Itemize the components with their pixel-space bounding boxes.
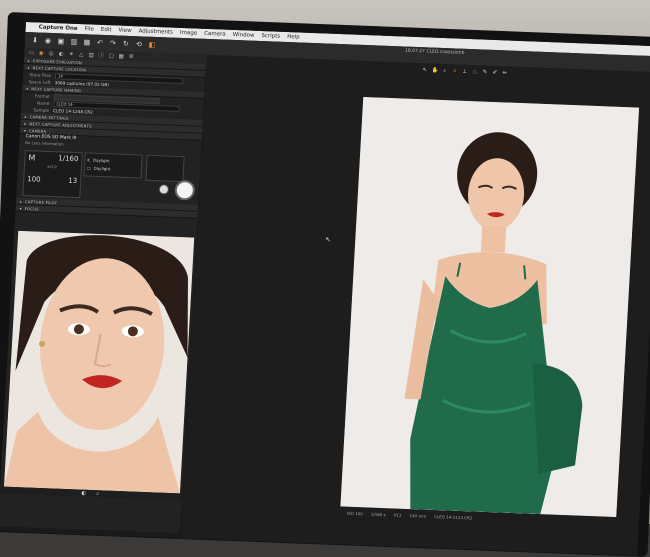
store-files-label: Store Files	[29, 72, 52, 78]
main-portrait	[340, 97, 640, 518]
menu-camera[interactable]: Camera	[204, 31, 226, 38]
copy-icon[interactable]: ◧	[148, 41, 156, 49]
undo-icon[interactable]: ↶	[96, 39, 104, 47]
live-view-button[interactable]	[158, 184, 170, 195]
menu-window[interactable]: Window	[233, 32, 255, 39]
capture-one-window: Capture One File Edit View Adjustments I…	[0, 22, 650, 556]
details-tab-icon[interactable]: △	[78, 52, 84, 58]
color-tab-icon[interactable]: ◐	[58, 51, 64, 57]
main-photo[interactable]	[340, 97, 640, 518]
focus-preview-image[interactable]	[4, 230, 195, 494]
picker-tool-icon[interactable]: ✐	[492, 70, 498, 76]
status-iso: ISO 100	[346, 510, 363, 517]
layers-tab-icon[interactable]: ▤	[88, 52, 94, 58]
settings-tab-icon[interactable]: ⚙	[128, 53, 134, 59]
grid-icon[interactable]: ▦	[83, 38, 91, 46]
camera-extra-box	[145, 154, 185, 183]
capture-button[interactable]	[174, 179, 196, 201]
iso-value[interactable]: 100	[27, 175, 41, 184]
section-label: CAPTURE PILOT	[24, 198, 58, 205]
zoom-tool-icon[interactable]: ⌕	[442, 68, 448, 74]
menu-adjustments[interactable]: Adjustments	[138, 28, 173, 35]
mask-tool-icon[interactable]: ✎	[482, 70, 488, 76]
camera-icon[interactable]: ▣	[57, 37, 65, 45]
menu-image[interactable]: Image	[180, 30, 198, 37]
wb-option-row[interactable]: ▢ Daylight	[87, 163, 139, 173]
menu-app-name[interactable]: Capture One	[39, 24, 78, 31]
white-balance-box: K Daylight ▢ Daylight	[83, 152, 143, 179]
trash-icon[interactable]: ▥	[70, 38, 78, 46]
menu-file[interactable]: File	[84, 26, 94, 32]
status-aperture: f/13	[393, 512, 402, 518]
zoom-icon[interactable]: ⌕	[95, 491, 101, 497]
focus-portrait	[4, 230, 195, 494]
page-icon: ▢	[86, 164, 91, 171]
section-label: FOCUS	[24, 205, 39, 212]
menu-scripts[interactable]: Scripts	[261, 33, 280, 40]
mouse-cursor-icon: ↖	[325, 235, 332, 244]
menu-help[interactable]: Help	[287, 34, 300, 40]
wb-k-icon: K	[87, 156, 91, 163]
menu-view[interactable]: View	[118, 28, 131, 34]
focus-mask-icon[interactable]: ◐	[81, 490, 87, 496]
batch-tab-icon[interactable]: ▦	[118, 53, 124, 59]
keystone-tool-icon[interactable]: ⏢	[472, 69, 478, 75]
sample-label: Sample	[33, 107, 50, 113]
mode-value[interactable]: M	[28, 153, 35, 162]
section-label: CAMERA	[28, 127, 47, 134]
cursor-tools: ↖ ✋ ⌕ ⌗ ⟂ ⏢ ✎ ✐ ✏	[422, 67, 508, 76]
annotate-tool-icon[interactable]: ✏	[502, 70, 508, 76]
output-tab-icon[interactable]: ▢	[108, 53, 114, 59]
wb-option: Daylight	[93, 165, 111, 171]
straighten-tool-icon[interactable]: ⟂	[462, 69, 468, 75]
metadata-tab-icon[interactable]: ⓘ	[98, 52, 104, 58]
select-tool-icon[interactable]: ↖	[422, 67, 428, 73]
name-label: Name	[36, 100, 50, 106]
capture-icon[interactable]: ◉	[44, 37, 52, 45]
status-focal: 140 mm	[409, 513, 427, 519]
section-label: CAMERA SETTINGS	[29, 113, 69, 121]
redo-icon[interactable]: ↷	[109, 39, 117, 47]
exposure-readout: M 1/160 ±0.0 100 13	[22, 150, 83, 199]
library-tab-icon[interactable]: ▭	[28, 50, 35, 56]
format-label: Format	[34, 93, 51, 99]
rotate-icon[interactable]: ↻	[122, 40, 130, 48]
lens-tab-icon[interactable]: ◎	[48, 50, 54, 56]
exposure-tab-icon[interactable]: ☀	[68, 51, 74, 57]
viewer: ↖ ✋ ⌕ ⌗ ⟂ ⏢ ✎ ✐ ✏ ↖ ISO 100 1/160 s f/13…	[180, 54, 650, 556]
menu-edit[interactable]: Edit	[101, 27, 112, 33]
status-shutter: 1/160 s	[370, 511, 386, 518]
ev-value[interactable]: ±0.0	[47, 164, 57, 169]
capture-tab-icon[interactable]: ◉	[38, 50, 44, 56]
camera-controls: M 1/160 ±0.0 100 13 K Daylight ▢ Daylight	[20, 148, 197, 203]
crop-tool-icon[interactable]: ⌗	[452, 68, 458, 74]
reset-icon[interactable]: ⟲	[135, 40, 143, 48]
shutter-value[interactable]: 1/160	[58, 154, 79, 163]
pan-tool-icon[interactable]: ✋	[432, 68, 439, 74]
wb-label: Daylight	[92, 157, 110, 163]
status-bar: ISO 100 1/160 s f/13 140 mm CLEO 14-1123…	[347, 511, 472, 521]
status-file: CLEO 14-1123.CR2	[434, 514, 473, 521]
aperture-value[interactable]: 13	[68, 177, 77, 185]
space-left-label: Space Left	[28, 79, 51, 85]
import-icon[interactable]: ⬇	[31, 36, 39, 44]
